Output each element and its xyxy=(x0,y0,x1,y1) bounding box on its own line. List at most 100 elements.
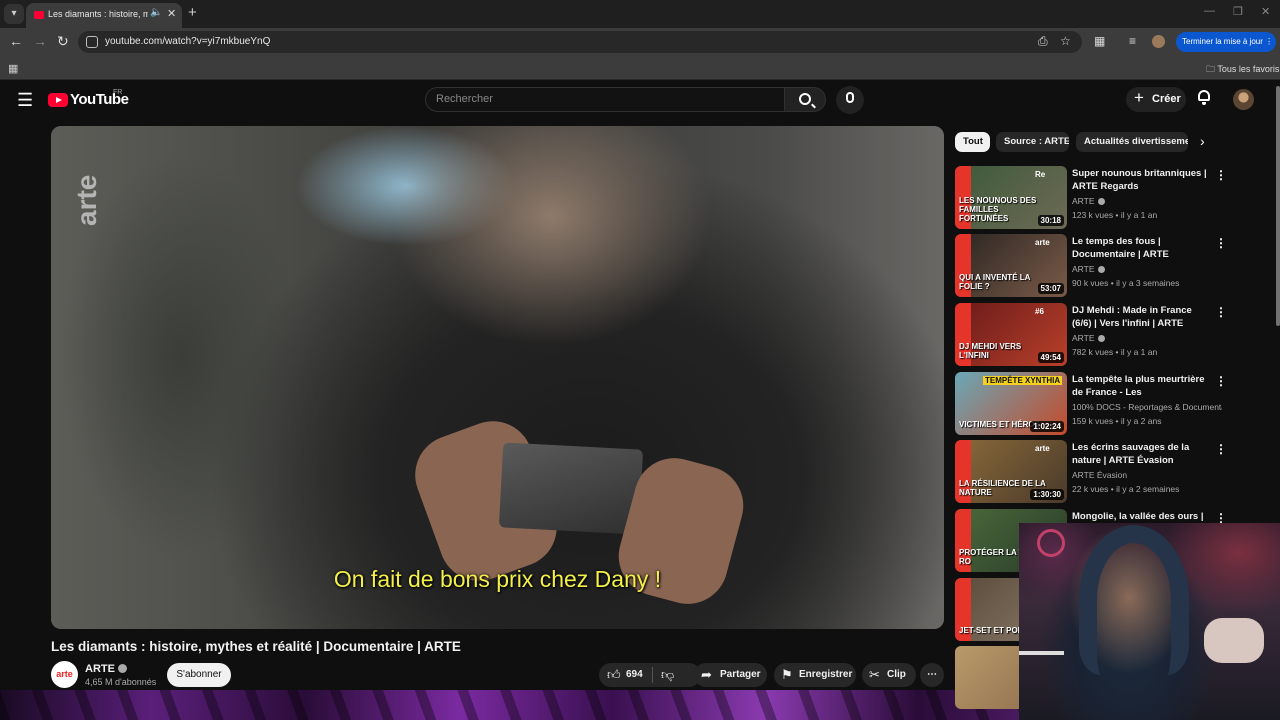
video-player[interactable]: arte On fait de bons prix chez Dany ! xyxy=(51,126,944,629)
folder-icon: 🗀 xyxy=(1206,64,1216,74)
recommendation-item[interactable]: #6 DJ Mehdi vers l'infini 49:54 DJ Mehdi : … xyxy=(955,303,1227,367)
search-box[interactable] xyxy=(425,87,785,112)
meta-separator: • xyxy=(1108,484,1117,494)
clip-button[interactable]: ✂ Clip xyxy=(862,663,916,687)
extensions-icon[interactable]: ▦ xyxy=(1094,34,1105,48)
chip-all[interactable]: Tout xyxy=(955,132,990,152)
recommendation-channel[interactable]: ARTE xyxy=(1072,196,1222,206)
view-count: 90 k vues xyxy=(1072,278,1109,288)
recommendation-channel-name: 100% DOCS - Reportages & Documentair... xyxy=(1072,402,1222,412)
tab-title: Les diamants : histoire, myth xyxy=(48,9,148,19)
video-title: Les diamants : histoire, mythes et réali… xyxy=(51,639,461,654)
upload-age: il y a 3 semaines xyxy=(1116,278,1180,288)
close-tab-icon[interactable]: ✕ xyxy=(167,7,176,20)
save-label: Enregistrer xyxy=(799,669,853,680)
reload-icon[interactable]: ↻ xyxy=(57,33,69,50)
recommendation-item[interactable]: Re Les nounous des familles fortunées 30:1… xyxy=(955,166,1227,230)
minimize-icon[interactable]: — xyxy=(1204,5,1215,17)
update-button[interactable]: Terminer la mise à jour ⋮ xyxy=(1176,32,1276,52)
youtube-favicon-icon xyxy=(34,11,44,19)
chip-source-arte[interactable]: Source : ARTE xyxy=(996,132,1069,152)
install-app-icon[interactable]: ⎙ xyxy=(1038,34,1048,49)
bookmarks-bar: ▦ 🗀 Tous les favoris xyxy=(0,56,1280,80)
address-bar[interactable]: youtube.com/watch?v=yi7mkbueYnQ xyxy=(78,31,1082,53)
thumbs-down-icon[interactable]: 👎︎ xyxy=(661,663,674,687)
recommendation-thumbnail[interactable]: #6 DJ Mehdi vers l'infini 49:54 xyxy=(955,303,1067,366)
recommendation-title[interactable]: Les écrins sauvages de la nature | ARTE … xyxy=(1072,441,1212,467)
voice-search-button[interactable] xyxy=(836,86,864,114)
recommendation-channel[interactable]: 100% DOCS - Reportages & Documentair... xyxy=(1072,402,1222,412)
like-count[interactable]: 694 xyxy=(626,663,643,687)
browser-tab-active[interactable]: Les diamants : histoire, myth 🔈 ✕ xyxy=(26,3,182,28)
bookmark-star-icon[interactable]: ☆ xyxy=(1060,34,1071,48)
site-info-icon[interactable] xyxy=(86,36,98,48)
duration-badge: 1:30:30 xyxy=(1030,489,1064,500)
channel-name[interactable]: ARTE xyxy=(85,663,127,675)
recommendation-thumbnail[interactable]: arte La résilience de la nature 1:30:30 xyxy=(955,440,1067,503)
all-bookmarks-label: Tous les favoris xyxy=(1217,64,1280,74)
search-button[interactable] xyxy=(784,87,826,112)
kebab-icon[interactable]: ⋮ xyxy=(1215,374,1227,388)
profile-avatar-icon[interactable] xyxy=(1152,35,1165,48)
kebab-icon[interactable]: ⋮ xyxy=(1215,236,1227,250)
recommendation-title[interactable]: DJ Mehdi : Made in France (6/6) | Vers l… xyxy=(1072,304,1212,330)
recommendation-item[interactable]: TEMPÊTE XYNTHIA Victimes et héros 1:02:24 L… xyxy=(955,372,1227,436)
recommendation-thumbnail[interactable]: arte Qui a inventé la folie ? 53:07 xyxy=(955,234,1067,297)
recommendation-meta: 123 k vues • il y a 1 an xyxy=(1072,210,1157,220)
chip-entertainment[interactable]: Actualités divertissemen xyxy=(1076,132,1188,152)
recommendation-channel[interactable]: ARTE xyxy=(1072,264,1222,274)
recommendation-channel-name: ARTE xyxy=(1072,333,1095,343)
recommendation-meta: 782 k vues • il y a 1 an xyxy=(1072,347,1157,357)
recommendation-thumbnail[interactable]: Re Les nounous des familles fortunées 30:1… xyxy=(955,166,1067,229)
account-avatar[interactable] xyxy=(1233,89,1254,110)
recommendation-meta: 90 k vues • il y a 3 semaines xyxy=(1072,278,1179,288)
upload-age: il y a 1 an xyxy=(1120,210,1158,220)
recommendation-thumbnail[interactable]: TEMPÊTE XYNTHIA Victimes et héros 1:02:24 xyxy=(955,372,1067,435)
url-text[interactable]: youtube.com/watch?v=yi7mkbueYnQ xyxy=(105,36,270,47)
scrollbar[interactable] xyxy=(1276,86,1280,326)
business-card xyxy=(498,442,644,535)
kebab-icon[interactable]: ⋮ xyxy=(1215,305,1227,319)
hamburger-icon[interactable]: ☰ xyxy=(17,90,33,111)
duration-badge: 30:18 xyxy=(1037,215,1064,226)
tab-search-dropdown-icon[interactable]: ▾ xyxy=(4,4,24,24)
verified-icon xyxy=(1097,335,1105,342)
recommendation-title[interactable]: Super nounous britanniques | ARTE Regard… xyxy=(1072,167,1212,193)
thumbs-up-icon[interactable]: 👍︎ xyxy=(607,663,621,687)
all-bookmarks-button[interactable]: 🗀 Tous les favoris xyxy=(1206,62,1279,78)
search-input[interactable] xyxy=(436,93,766,105)
recommendation-title[interactable]: La tempête la plus meurtrière de France … xyxy=(1072,373,1212,399)
new-tab-icon[interactable]: + xyxy=(188,4,197,21)
channel-avatar[interactable]: arte xyxy=(51,661,78,688)
create-button[interactable]: + Créer xyxy=(1126,87,1186,112)
recommendation-title[interactable]: Mongolie, la vallée des ours | xyxy=(1072,510,1212,523)
browser-tab-bar: ▾ Les diamants : histoire, myth 🔈 ✕ + — … xyxy=(0,0,1280,28)
restore-icon[interactable]: ❐ xyxy=(1233,5,1243,18)
youtube-logo-icon[interactable] xyxy=(48,93,68,107)
thumbnail-top-label: arte xyxy=(1035,444,1050,453)
webcam-overlay xyxy=(1019,523,1280,720)
share-button[interactable]: ➦ Partager xyxy=(694,663,767,687)
recommendation-item[interactable]: arte Qui a inventé la folie ? 53:07 Le temp… xyxy=(955,234,1227,298)
subscribe-button[interactable]: S'abonner xyxy=(167,663,231,687)
window-close-icon[interactable]: ✕ xyxy=(1261,5,1270,18)
save-button[interactable]: ⚑ Enregistrer xyxy=(774,663,856,687)
search-icon xyxy=(799,93,811,105)
webcam-person xyxy=(1079,525,1189,675)
recommendation-channel[interactable]: ARTE xyxy=(1072,333,1222,343)
kebab-icon[interactable]: ⋮ xyxy=(1215,442,1227,456)
apps-grid-icon[interactable]: ▦ xyxy=(8,62,18,75)
more-actions-button[interactable]: ⋯ xyxy=(920,663,944,687)
reading-list-icon[interactable]: ≡ xyxy=(1129,34,1136,48)
chevron-right-icon[interactable]: › xyxy=(1200,133,1205,149)
recommendation-channel[interactable]: ARTE Évasion xyxy=(1072,470,1222,480)
back-icon[interactable]: ← xyxy=(9,33,23,49)
recommendation-item[interactable]: arte La résilience de la nature 1:30:30 Les… xyxy=(955,440,1227,504)
view-count: 123 k vues xyxy=(1072,210,1114,220)
bell-icon[interactable] xyxy=(1197,90,1211,105)
recommendation-title[interactable]: Le temps des fous | Documentaire | ARTE xyxy=(1072,235,1212,261)
arte-watermark: arte xyxy=(71,174,102,226)
forward-icon[interactable]: → xyxy=(33,33,47,49)
speaker-icon[interactable]: 🔈 xyxy=(150,7,162,18)
kebab-icon[interactable]: ⋮ xyxy=(1215,168,1227,182)
